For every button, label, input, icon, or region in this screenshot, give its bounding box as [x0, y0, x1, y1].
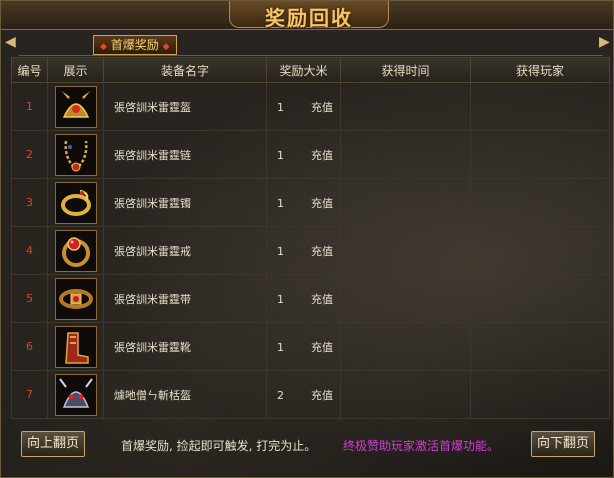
- tab-strip: ◆ 首爆奖励 ◆: [19, 33, 603, 56]
- tab-label: 首爆奖励: [110, 38, 159, 52]
- table-row: 4 張啓訓⽶雷霆戒 1 充值: [11, 226, 610, 275]
- reward-type: 充值: [311, 244, 333, 258]
- reward-type: 充值: [311, 100, 333, 114]
- prev-arrow-icon[interactable]: ◀: [5, 31, 16, 53]
- item-name: 㷾吔僧ㄣ斬栝盔: [103, 370, 267, 419]
- table-row: 5 張啓訓⽶雷霆带 1 充值: [11, 274, 610, 323]
- obtained-player: [470, 178, 610, 227]
- item-name: 張啓訓⽶雷霆带: [103, 274, 267, 323]
- col-header-time: 获得时间: [340, 57, 471, 83]
- reward-type: 充值: [311, 148, 333, 162]
- reward-type: 充值: [311, 388, 333, 402]
- demon-helmet-icon[interactable]: [54, 373, 97, 416]
- table-header: 编号 展示 装备名字 奖励大米 获得时间 获得玩家: [11, 57, 610, 83]
- reward-amount: 1: [277, 340, 284, 354]
- title-plate: 奖励回收: [229, 1, 389, 30]
- row-number: 5: [11, 274, 48, 323]
- ruby-ring-icon[interactable]: [54, 229, 97, 272]
- obtained-player: [470, 82, 610, 131]
- reward-amount: 1: [277, 292, 284, 306]
- window-title: 奖励回收: [265, 6, 353, 30]
- table-row: 7 㷾吔僧ㄣ斬栝盔 2 充值: [11, 370, 610, 419]
- obtained-time: [340, 226, 471, 275]
- dragon-helmet-icon[interactable]: [54, 85, 97, 128]
- dragon-boots-icon[interactable]: [54, 325, 97, 368]
- col-header-number: 编号: [11, 57, 48, 83]
- item-name: 張啓訓⽶雷霆链: [103, 130, 267, 179]
- title-bar: 奖励回收: [1, 1, 613, 30]
- dragon-bracelet-icon[interactable]: [54, 181, 97, 224]
- obtained-time: [340, 178, 471, 227]
- obtained-player: [470, 274, 610, 323]
- tab-first-drop-reward[interactable]: ◆ 首爆奖励 ◆: [93, 35, 177, 55]
- obtained-time: [340, 130, 471, 179]
- reward-type: 充值: [311, 292, 333, 306]
- obtained-player: [470, 226, 610, 275]
- ruby-belt-icon[interactable]: [54, 277, 97, 320]
- rule-note: 首爆奖励, 捡起即可触发, 打完为止。: [121, 439, 317, 453]
- reward-type: 充值: [311, 340, 333, 354]
- item-name: 張啓訓⽶雷霆镯: [103, 178, 267, 227]
- col-header-reward: 奖励大米: [266, 57, 341, 83]
- row-number: 2: [11, 130, 48, 179]
- reward-recovery-window: 奖励回收 ◀ ▶ ◆ 首爆奖励 ◆ 编号 展示 装备名字 奖励大米 获得时间 获…: [0, 0, 614, 478]
- obtained-player: [470, 130, 610, 179]
- obtained-time: [340, 274, 471, 323]
- footer-bar: 向上翻页 首爆奖励, 捡起即可触发, 打完为止。 终极赞助玩家激活首爆功能。 向…: [11, 425, 609, 465]
- row-number: 6: [11, 322, 48, 371]
- next-page-button[interactable]: 向下翻页: [531, 431, 595, 457]
- prev-page-button[interactable]: 向上翻页: [21, 431, 85, 457]
- col-header-display: 展示: [47, 57, 104, 83]
- col-header-item-name: 装备名字: [103, 57, 267, 83]
- reward-amount: 1: [277, 196, 284, 210]
- reward-amount: 1: [277, 100, 284, 114]
- item-name: 張啓訓⽶雷霆靴: [103, 322, 267, 371]
- col-header-player: 获得玩家: [470, 57, 610, 83]
- table-row: 3 張啓訓⽶雷霆镯 1 充值: [11, 178, 610, 227]
- reward-table: 编号 展示 装备名字 奖励大米 获得时间 获得玩家 1 張啓訓⽶雷霆盔 1 充值…: [11, 57, 610, 419]
- table-row: 2 張啓訓⽶雷霆链 1 充值: [11, 130, 610, 179]
- row-number: 1: [11, 82, 48, 131]
- row-number: 3: [11, 178, 48, 227]
- obtained-player: [470, 322, 610, 371]
- row-number: 7: [11, 370, 48, 419]
- table-row: 6 張啓訓⽶雷霆靴 1 充值: [11, 322, 610, 371]
- obtained-time: [340, 322, 471, 371]
- dragon-necklace-icon[interactable]: [54, 133, 97, 176]
- obtained-player: [470, 370, 610, 419]
- reward-type: 充值: [311, 196, 333, 210]
- table-row: 1 張啓訓⽶雷霆盔 1 充值: [11, 82, 610, 131]
- sponsor-note: 终极赞助玩家激活首爆功能。: [343, 439, 500, 453]
- obtained-time: [340, 370, 471, 419]
- reward-amount: 2: [277, 388, 284, 402]
- reward-amount: 1: [277, 244, 284, 258]
- diamond-icon: ◆: [162, 42, 170, 52]
- obtained-time: [340, 82, 471, 131]
- row-number: 4: [11, 226, 48, 275]
- item-name: 張啓訓⽶雷霆盔: [103, 82, 267, 131]
- diamond-icon: ◆: [100, 42, 107, 52]
- item-name: 張啓訓⽶雷霆戒: [103, 226, 267, 275]
- reward-amount: 1: [277, 148, 284, 162]
